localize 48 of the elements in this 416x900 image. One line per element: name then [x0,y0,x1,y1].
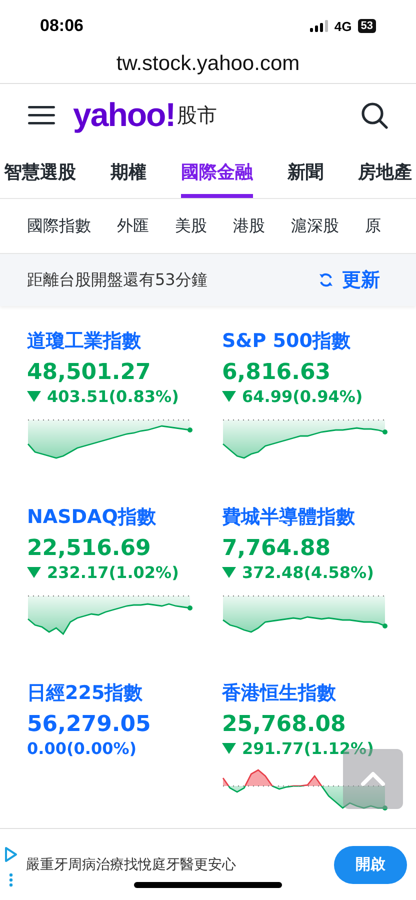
nav-tab[interactable]: 期權 [110,146,146,198]
menu-icon[interactable] [28,105,55,125]
index-name[interactable]: 費城半導體指數 [222,504,355,530]
network-type: 4G [334,18,352,34]
index-value: 7,764.88 [222,536,331,561]
yahoo-logo[interactable]: yahoo! [73,96,176,134]
refresh-button[interactable]: 更新 [318,267,380,293]
index-change: 64.99(0.94%) [242,387,363,406]
status-time: 08:06 [40,16,84,36]
index-change: 0.00(0.00%) [27,739,137,758]
battery-level: 53 [358,19,376,33]
sub-tab[interactable]: 原 [365,216,381,236]
index-name[interactable]: 日經225指數 [27,680,143,706]
down-triangle-icon [222,743,236,754]
chevron-up-icon [360,771,386,787]
sub-tab[interactable]: 美股 [175,216,207,236]
nav-tab[interactable]: 房地產 [358,146,412,198]
sub-tab[interactable]: 港股 [233,216,265,236]
index-name[interactable]: 道瓊工業指數 [27,328,141,354]
index-change: 291.77(1.12%) [242,739,374,758]
index-name[interactable]: S&P 500指數 [222,328,350,354]
search-icon[interactable] [361,102,388,128]
index-name[interactable]: 香港恒生指數 [222,680,336,706]
index-value: 48,501.27 [27,360,151,385]
nav-tab[interactable]: 新聞 [288,146,324,198]
sub-tab[interactable]: 國際指數 [27,216,91,236]
nav-tab[interactable]: 智慧選股 [4,146,76,198]
down-triangle-icon [27,567,41,578]
sub-tab[interactable]: 滬深股 [291,216,339,236]
index-value: 22,516.69 [27,536,151,561]
section-title: 股市 [177,102,218,128]
index-value: 6,816.63 [222,360,331,385]
down-triangle-icon [222,391,236,402]
index-change: 372.48(4.58%) [242,563,374,582]
address-url[interactable]: tw.stock.yahoo.com [116,52,300,76]
sub-tab[interactable]: 外匯 [117,216,149,236]
ad-text[interactable]: 嚴重牙周病治療找悅庭牙醫更安心 [26,856,334,874]
refresh-icon [318,272,334,288]
notice-text: 距離台股開盤還有53分鐘 [27,270,208,290]
signal-icon [310,20,328,32]
index-value: 25,768.08 [222,712,346,737]
down-triangle-icon [27,391,41,402]
down-triangle-icon [222,567,236,578]
index-name[interactable]: NASDAQ指數 [27,504,156,530]
index-change: 403.51(0.83%) [47,387,179,406]
index-change: 232.17(1.02%) [47,563,179,582]
index-value: 56,279.05 [27,712,151,737]
nav-tab[interactable]: 國際金融 [181,146,253,198]
